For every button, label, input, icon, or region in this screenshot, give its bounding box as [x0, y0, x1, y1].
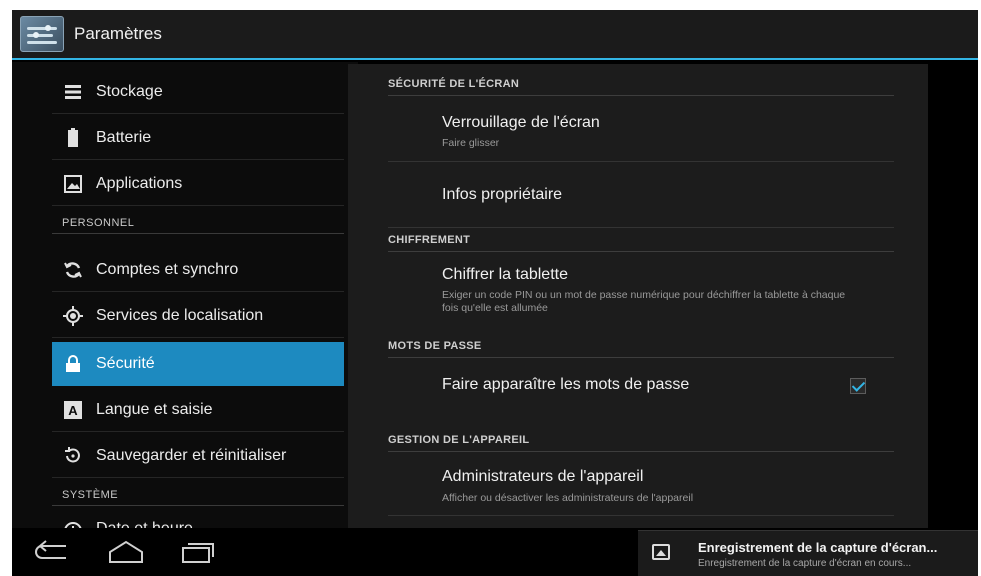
action-bar: Paramètres	[12, 10, 978, 60]
sidebar-item-applications[interactable]: Applications	[52, 162, 344, 206]
setting-title: Faire apparaître les mots de passe	[442, 376, 690, 393]
sidebar-item-storage[interactable]: Stockage	[52, 70, 344, 114]
back-button[interactable]	[32, 540, 72, 562]
lock-icon	[62, 353, 84, 375]
home-button[interactable]	[104, 540, 148, 564]
setting-title: Infos propriétaire	[442, 186, 563, 203]
setting-summary: Afficher ou désactiver les administrateu…	[442, 492, 694, 504]
section-header-personal: PERSONNEL	[52, 212, 344, 234]
encrypt-tablet-setting[interactable]: Chiffrer la tablette Exiger un code PIN …	[388, 254, 894, 332]
settings-category-list: Stockage Batterie Applications PERSONNEL…	[12, 62, 358, 538]
recent-apps-icon	[182, 543, 214, 563]
home-icon	[109, 540, 143, 563]
notification-title: Enregistrement de la capture d'écran...	[698, 540, 938, 555]
sidebar-item-label: Sécurité	[96, 355, 155, 372]
setting-summary: Exiger un code PIN ou un mot de passe nu…	[442, 289, 846, 314]
apps-icon	[62, 173, 84, 195]
page-title: Paramètres	[74, 24, 162, 43]
section-header-device-admin: GESTION DE L'APPAREIL	[388, 428, 894, 452]
back-icon	[35, 540, 66, 559]
storage-icon	[62, 81, 84, 103]
section-header-encryption: CHIFFREMENT	[388, 228, 894, 252]
notification-text: Enregistrement de la capture d'écran en …	[698, 558, 912, 569]
recent-apps-button[interactable]	[180, 540, 216, 564]
sidebar-item-language[interactable]: A Langue et saisie	[52, 388, 344, 432]
sync-icon	[62, 259, 84, 281]
sidebar-item-label: Applications	[96, 174, 183, 192]
security-settings-panel: SÉCURITÉ DE L'ÉCRAN Verrouillage de l'éc…	[348, 64, 928, 528]
tablet-screen: Paramètres Stockage Batterie Application…	[12, 10, 978, 576]
setting-title: Administrateurs de l'appareil	[442, 468, 644, 485]
owner-info-setting[interactable]: Infos propriétaire	[388, 162, 894, 228]
sidebar-item-accounts-sync[interactable]: Comptes et synchro	[52, 248, 344, 292]
sidebar-item-backup-reset[interactable]: Sauvegarder et réinitialiser	[52, 434, 344, 478]
battery-icon	[62, 127, 84, 149]
setting-summary: Faire glisser	[442, 137, 500, 149]
sidebar-item-label: Stockage	[96, 82, 163, 100]
setting-title: Chiffrer la tablette	[442, 266, 568, 283]
device-admins-setting[interactable]: Administrateurs de l'appareil Afficher o…	[388, 454, 894, 516]
location-icon	[62, 305, 84, 327]
svg-text:A: A	[68, 403, 78, 418]
sidebar-item-location[interactable]: Services de localisation	[52, 294, 344, 338]
settings-app-icon[interactable]	[20, 16, 64, 52]
section-header-screen-security: SÉCURITÉ DE L'ÉCRAN	[388, 72, 894, 96]
sidebar-item-battery[interactable]: Batterie	[52, 116, 344, 160]
language-icon: A	[62, 399, 84, 421]
screen-lock-setting[interactable]: Verrouillage de l'écran Faire glisser	[388, 98, 894, 162]
section-header-system: SYSTÈME	[52, 484, 344, 506]
sidebar-item-label: Comptes et synchro	[96, 260, 239, 278]
show-passwords-checkbox[interactable]	[850, 378, 866, 394]
screenshot-notification[interactable]: Enregistrement de la capture d'écran... …	[638, 530, 978, 576]
setting-title: Verrouillage de l'écran	[442, 114, 600, 131]
show-passwords-setting[interactable]: Faire apparaître les mots de passe	[388, 360, 894, 420]
section-header-passwords: MOTS DE PASSE	[388, 334, 894, 358]
sidebar-item-security[interactable]: Sécurité	[52, 342, 344, 386]
sidebar-item-label: Langue et saisie	[96, 400, 213, 418]
sidebar-item-label: Sauvegarder et réinitialiser	[96, 446, 287, 464]
sidebar-item-label: Services de localisation	[96, 306, 264, 324]
sidebar-item-label: Batterie	[96, 128, 152, 146]
image-icon	[652, 544, 670, 560]
backup-icon	[62, 445, 84, 467]
